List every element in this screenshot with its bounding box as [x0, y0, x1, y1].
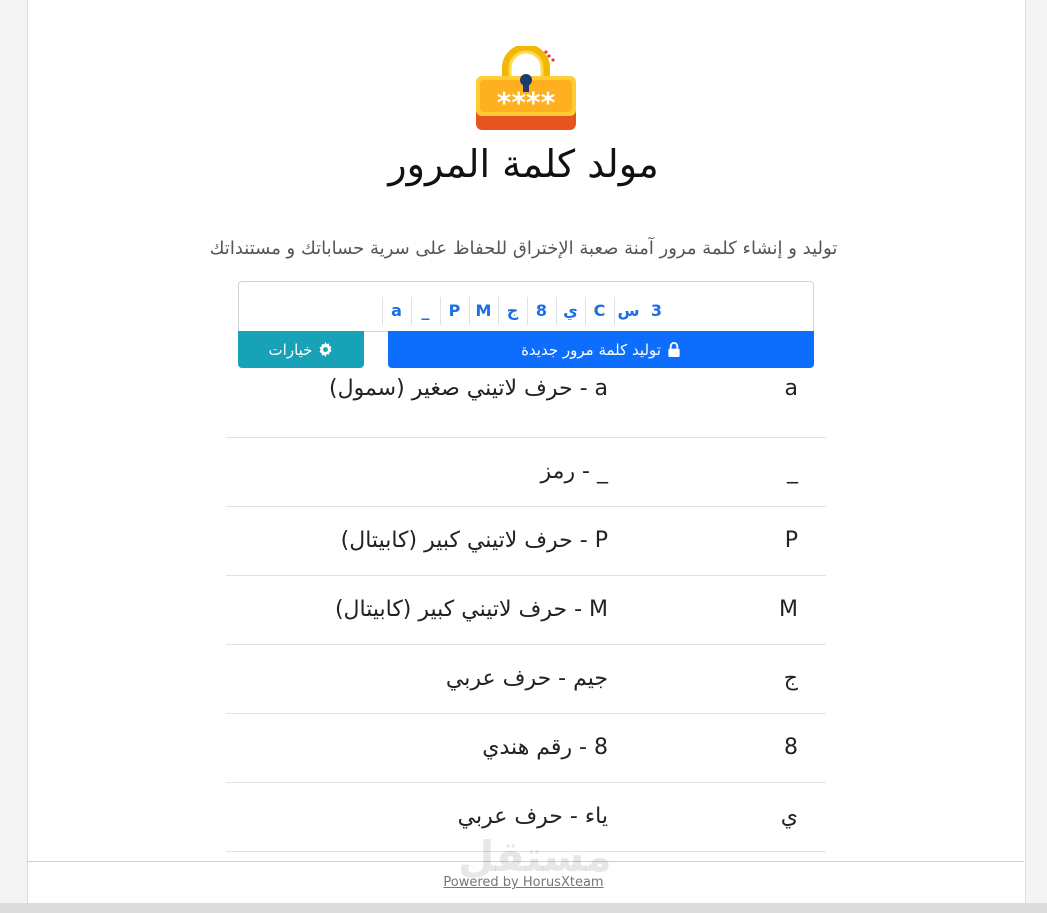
watermark-logo: مستقل [458, 832, 612, 881]
char-cell: ي [780, 804, 798, 829]
char-description: M - حرف لاتيني كبير (كابيتال) [334, 597, 608, 622]
padlock-password-icon: **** [476, 46, 576, 130]
password-char: ي [555, 296, 585, 325]
list-item: M M - حرف لاتيني كبير (كابيتال) [226, 576, 826, 645]
list-item: _ _ - رمز [226, 438, 826, 507]
char-cell: a [784, 376, 798, 401]
list-item: P P - حرف لاتيني كبير (كابيتال) [226, 507, 826, 576]
password-char: M [468, 296, 498, 325]
char-cell: _ [787, 459, 798, 484]
char-description: جيم - حرف عربي [445, 666, 608, 691]
list-item: 8 8 - رقم هندي [226, 714, 826, 783]
svg-text:****: **** [497, 86, 556, 119]
password-display[interactable]: a _ P M ج 8 ي C س 3 [238, 281, 814, 332]
password-characters: a _ P M ج 8 ي C س 3 [381, 296, 671, 325]
char-cell: 8 [784, 735, 798, 760]
char-cell: P [784, 528, 798, 553]
list-item: ج جيم - حرف عربي [226, 645, 826, 714]
powered-by-link[interactable]: Powered by HorusXteam [0, 875, 1047, 890]
password-char: 8 [526, 296, 556, 325]
password-char: C [584, 296, 614, 325]
options-label: خيارات [268, 340, 313, 359]
list-item: a a - حرف لاتيني صغير (سمول) [226, 369, 826, 438]
char-cell: ج [783, 666, 798, 691]
password-char: a [381, 296, 411, 325]
password-char: ج [497, 296, 527, 325]
lock-icon [667, 342, 681, 357]
bottom-scrollbar[interactable] [0, 903, 1047, 913]
password-breakdown-list: a a - حرف لاتيني صغير (سمول) _ _ - رمز P… [226, 369, 826, 852]
char-description: _ - رمز [540, 459, 608, 484]
page-subtitle: توليد و إنشاء كلمة مرور آمنة صعبة الإختر… [209, 238, 838, 259]
password-char: _ [410, 296, 440, 325]
char-description: a - حرف لاتيني صغير (سمول) [329, 376, 608, 401]
char-description: P - حرف لاتيني كبير (كابيتال) [340, 528, 608, 553]
page-title: مولد كلمة المرور [388, 142, 659, 186]
char-cell: M [779, 597, 798, 622]
char-description: 8 - رقم هندي [482, 735, 608, 760]
password-char: P [439, 296, 469, 325]
password-char: س [613, 296, 643, 325]
password-char: 3 [650, 300, 663, 320]
